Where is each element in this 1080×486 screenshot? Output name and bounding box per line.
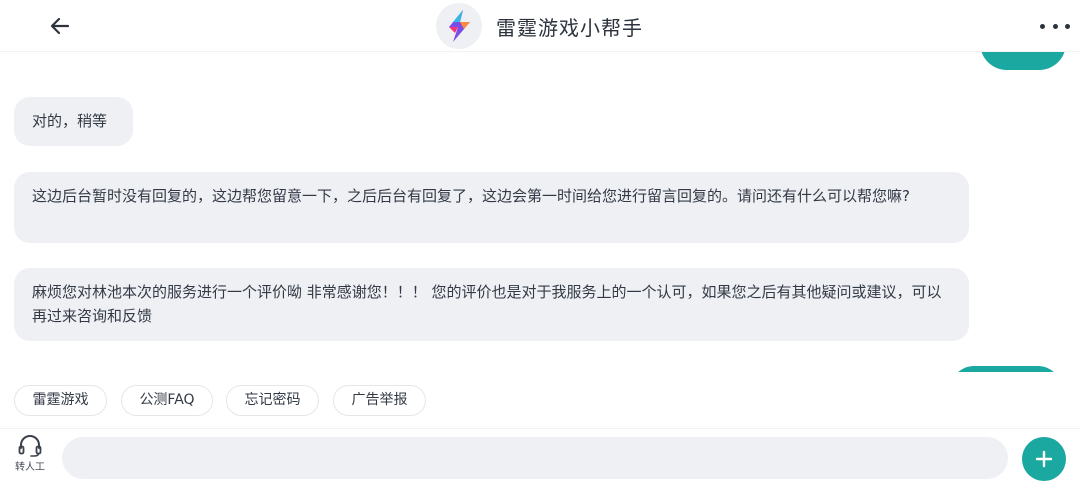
lightning-logo-icon (436, 3, 482, 49)
page-title: 雷霆游戏小帮手 (496, 15, 643, 40)
more-dots-icon (1040, 23, 1045, 29)
quick-reply-chip[interactable]: 忘记密码 (226, 385, 319, 416)
agent-message-bubble: 对的，稍等 (14, 97, 133, 146)
chat-message-list[interactable]: 对的，稍等 这边后台暂时没有回复的，这边帮您留意一下，之后后台有回复了，这边会第… (0, 52, 1080, 372)
agent-message-bubble: 麻烦您对林池本次的服务进行一个评价呦 非常感谢您！！！ 您的评价也是对于我服务上… (14, 268, 969, 341)
back-button[interactable] (46, 12, 74, 40)
message-input-bar: 转人工 (0, 428, 1080, 486)
agent-message-bubble: 这边后台暂时没有回复的，这边帮您留意一下，之后后台有回复了，这边会第一时间给您进… (14, 172, 969, 243)
user-message-bubble (980, 52, 1066, 70)
plus-button[interactable] (1022, 437, 1066, 481)
message-input[interactable] (62, 437, 1008, 479)
arrow-left-icon (50, 17, 70, 35)
transfer-to-human-button[interactable]: 转人工 (8, 435, 52, 481)
transfer-to-human-label: 转人工 (15, 462, 45, 473)
more-options-button[interactable] (1040, 18, 1070, 34)
quick-replies-bar: 雷霆游戏 公测FAQ 忘记密码 广告举报 (0, 372, 1080, 428)
quick-reply-chip[interactable]: 公测FAQ (121, 385, 213, 416)
quick-reply-chip[interactable]: 雷霆游戏 (14, 385, 107, 416)
header-title-group: 雷霆游戏小帮手 (436, 3, 643, 49)
plus-icon (1035, 450, 1053, 468)
chat-header: 雷霆游戏小帮手 (0, 0, 1080, 52)
headset-icon (18, 435, 42, 457)
quick-reply-chip[interactable]: 广告举报 (333, 385, 426, 416)
